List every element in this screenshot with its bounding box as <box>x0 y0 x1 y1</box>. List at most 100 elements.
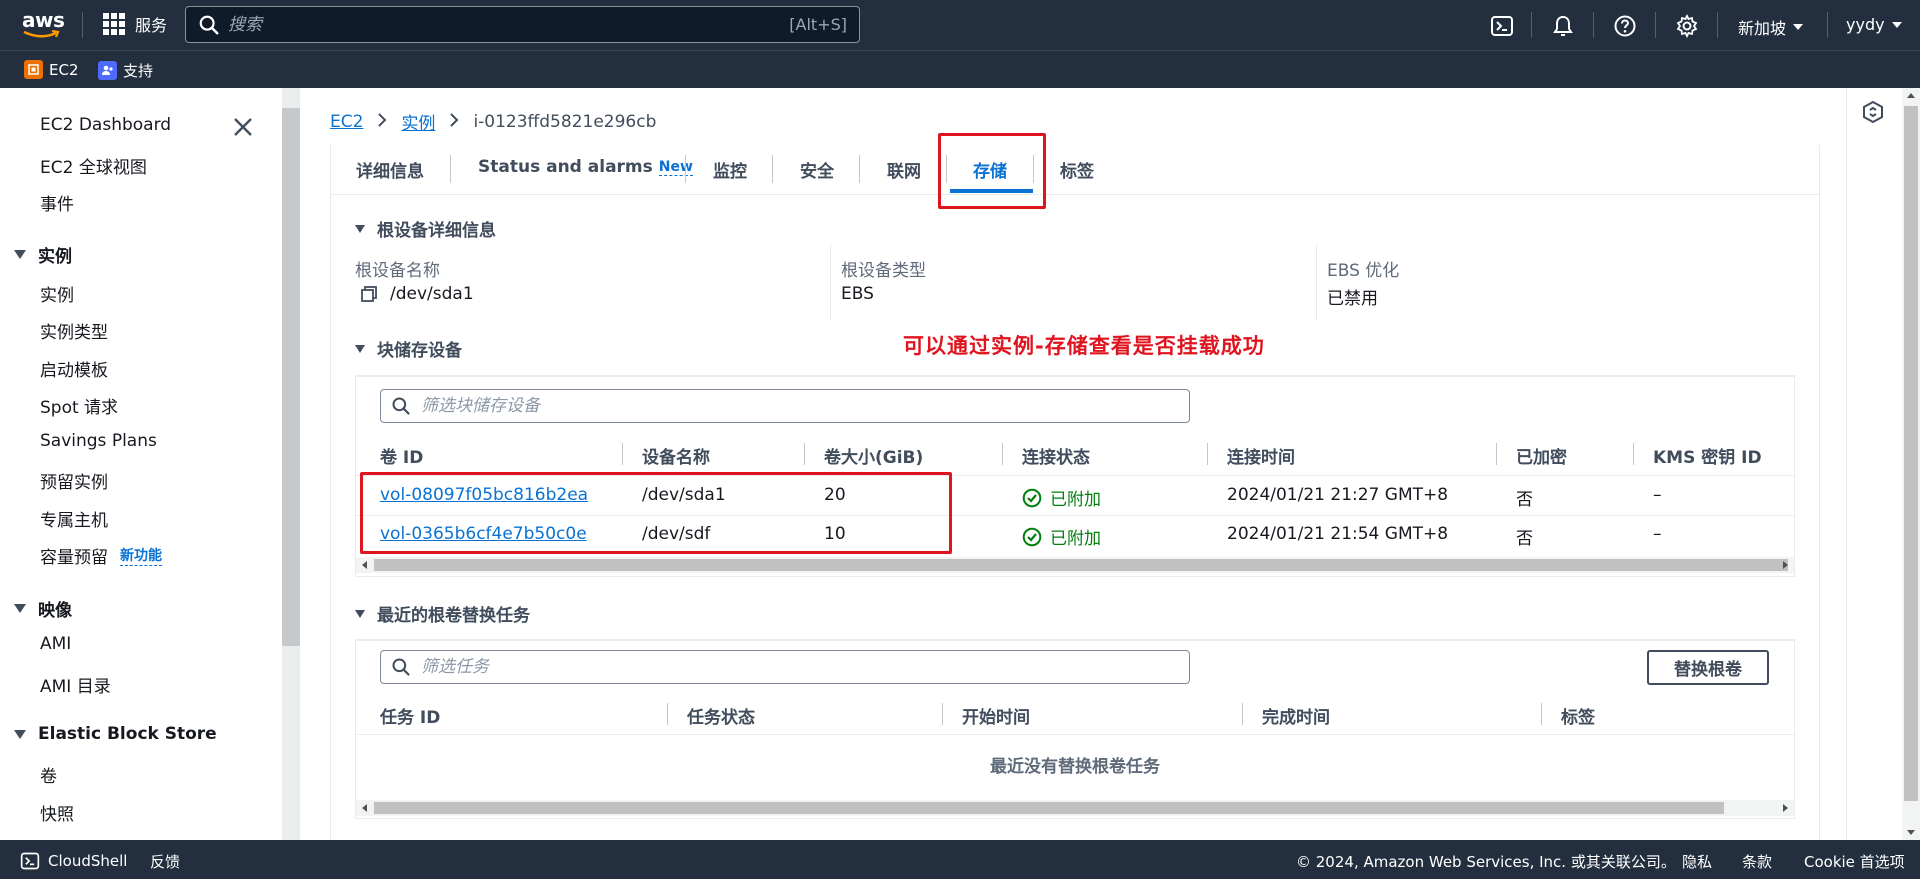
column-header-task-id[interactable]: 任务 ID <box>380 703 440 728</box>
column-header-kms-key-id[interactable]: KMS 密钥 ID <box>1653 443 1762 468</box>
terms-link[interactable]: 条款 <box>1742 851 1772 872</box>
scroll-right-icon[interactable] <box>1783 804 1788 812</box>
close-icon[interactable] <box>232 116 254 138</box>
column-header-completion-time[interactable]: 完成时间 <box>1262 703 1330 728</box>
block-devices-filter-input[interactable] <box>411 396 1189 416</box>
bell-icon[interactable] <box>1551 14 1575 38</box>
sidebar-item-launch-templates[interactable]: 启动模板 <box>40 356 108 381</box>
column-divider <box>1316 244 1317 320</box>
column-header-start-time[interactable]: 开始时间 <box>962 703 1030 728</box>
copy-icon[interactable] <box>360 285 378 303</box>
sidebar-item-ami-catalog[interactable]: AMI 目录 <box>40 672 111 697</box>
tab-details[interactable]: 详细信息 <box>356 157 424 182</box>
breadcrumb-instances[interactable]: 实例 <box>401 109 435 134</box>
search-input[interactable] <box>220 14 790 35</box>
global-search[interactable]: [Alt+S] <box>185 6 860 43</box>
favorite-ec2[interactable]: EC2 <box>24 60 79 79</box>
column-header-volume-id[interactable]: 卷 ID <box>380 443 423 468</box>
column-header-volume-size[interactable]: 卷大小(GiB) <box>824 443 923 468</box>
support-service-icon <box>98 61 117 80</box>
breadcrumb-ec2[interactable]: EC2 <box>330 112 363 132</box>
sidebar-item-instances[interactable]: 实例 <box>40 281 74 306</box>
tasks-horizontal-scrollbar[interactable] <box>356 800 1794 816</box>
horizontal-scroll-thumb[interactable] <box>374 559 1788 571</box>
status-text: 已附加 <box>1050 529 1101 549</box>
copyright-text: © 2024, Amazon Web Services, Inc. 或其关联公司… <box>1296 853 1676 871</box>
column-divider[interactable] <box>1633 443 1634 465</box>
scroll-up-icon[interactable] <box>1907 93 1915 98</box>
expand-icon <box>14 604 26 613</box>
sidebar-item-snapshots[interactable]: 快照 <box>40 800 74 825</box>
tab-tags[interactable]: 标签 <box>1060 157 1094 182</box>
tab-status-alarms[interactable]: Status and alarms New <box>478 157 693 177</box>
scroll-left-icon[interactable] <box>362 561 367 569</box>
annotation-text: 可以通过实例-存储查看是否挂载成功 <box>903 334 1265 358</box>
sidebar-item-events[interactable]: 事件 <box>40 190 74 215</box>
tasks-filter[interactable] <box>380 650 1190 684</box>
sidebar-item-instance-types[interactable]: 实例类型 <box>40 318 108 343</box>
page-vertical-scrollbar[interactable] <box>1902 88 1920 840</box>
tab-networking[interactable]: 联网 <box>887 157 921 182</box>
column-header-task-status[interactable]: 任务状态 <box>687 703 755 728</box>
column-divider[interactable] <box>1496 443 1497 465</box>
sidebar-section-ebs[interactable]: Elastic Block Store <box>14 724 217 744</box>
help-icon[interactable] <box>1613 14 1637 38</box>
sidebar-section-images[interactable]: 映像 <box>14 596 72 621</box>
sidebar-item-dedicated-hosts[interactable]: 专属主机 <box>40 506 108 531</box>
account-menu[interactable]: yydy <box>1846 15 1902 34</box>
column-header-attachment-time[interactable]: 连接时间 <box>1227 443 1295 468</box>
gear-icon[interactable] <box>1675 14 1699 38</box>
tab-security[interactable]: 安全 <box>800 157 834 182</box>
root-replace-section-header[interactable]: 最近的根卷替换任务 <box>355 601 530 626</box>
replace-root-volume-button[interactable]: 替换根卷 <box>1647 650 1769 685</box>
tab-monitoring[interactable]: 监控 <box>713 157 747 182</box>
column-divider[interactable] <box>1207 443 1208 465</box>
column-divider[interactable] <box>667 703 668 725</box>
sidebar-item-savings-plans[interactable]: Savings Plans <box>40 431 157 451</box>
sidebar-item-ami[interactable]: AMI <box>40 634 71 654</box>
horizontal-scroll-thumb[interactable] <box>374 802 1724 814</box>
search-shortcut-hint: [Alt+S] <box>789 15 847 34</box>
scroll-down-icon[interactable] <box>1907 830 1915 835</box>
sidebar-item-spot-requests[interactable]: Spot 请求 <box>40 393 118 418</box>
sidebar-section-instances[interactable]: 实例 <box>14 242 72 267</box>
column-header-device-name[interactable]: 设备名称 <box>642 443 710 468</box>
column-divider[interactable] <box>1242 703 1243 725</box>
aws-logo[interactable]: aws <box>22 10 65 40</box>
sidebar-scroll-thumb[interactable] <box>282 108 300 646</box>
tasks-filter-input[interactable] <box>411 657 1189 677</box>
vertical-scroll-thumb[interactable] <box>1904 106 1918 801</box>
column-divider[interactable] <box>622 443 623 465</box>
region-selector[interactable]: 新加坡 <box>1738 15 1804 39</box>
column-divider[interactable] <box>804 443 805 465</box>
sidebar-item-ec2-dashboard[interactable]: EC2 Dashboard <box>40 115 171 135</box>
sidebar-item-capacity-reservations[interactable]: 容量预留 新功能 <box>40 543 162 568</box>
column-divider[interactable] <box>1002 443 1003 465</box>
tools-panel-icon[interactable] <box>1861 100 1885 124</box>
column-header-attachment-status[interactable]: 连接状态 <box>1022 443 1090 468</box>
attachment-status-cell: 已附加 <box>1022 524 1101 549</box>
feedback-link[interactable]: 反馈 <box>150 851 180 872</box>
privacy-link[interactable]: 隐私 <box>1682 851 1712 872</box>
column-divider[interactable] <box>1541 703 1542 725</box>
root-device-section-header[interactable]: 根设备详细信息 <box>355 216 496 241</box>
column-header-encrypted[interactable]: 已加密 <box>1516 443 1567 468</box>
search-icon <box>392 658 410 676</box>
cloudshell-icon[interactable] <box>1490 14 1514 38</box>
block-devices-filter[interactable] <box>380 389 1190 423</box>
sidebar-item-volumes[interactable]: 卷 <box>40 762 57 787</box>
sidebar-scrollbar[interactable] <box>282 88 300 840</box>
block-devices-horizontal-scrollbar[interactable] <box>356 557 1794 573</box>
services-menu-button[interactable]: 服务 <box>103 12 167 36</box>
sidebar-item-reserved-instances[interactable]: 预留实例 <box>40 468 108 493</box>
block-devices-section-header[interactable]: 块储存设备 <box>355 336 462 361</box>
cloudshell-button[interactable]: CloudShell <box>20 851 127 871</box>
highlight-box-volumes <box>360 472 952 554</box>
scroll-right-icon[interactable] <box>1783 561 1788 569</box>
sidebar-item-ec2-global-view[interactable]: EC2 全球视图 <box>40 153 147 178</box>
scroll-left-icon[interactable] <box>362 804 367 812</box>
column-divider[interactable] <box>942 703 943 725</box>
column-header-tags[interactable]: 标签 <box>1561 703 1595 728</box>
cookie-preferences-link[interactable]: Cookie 首选项 <box>1804 851 1905 872</box>
favorite-support[interactable]: 支持 <box>98 60 153 81</box>
